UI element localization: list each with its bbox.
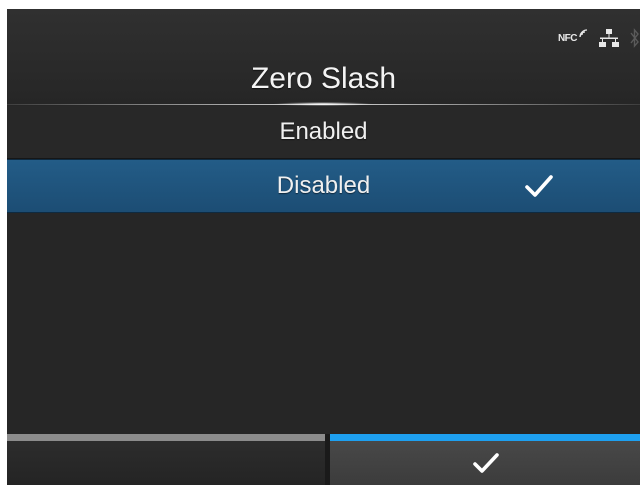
bluetooth-icon <box>630 28 639 48</box>
checkmark-icon <box>525 175 553 197</box>
header: NFC Zero Slash <box>7 9 640 106</box>
printer-screen: NFC Zero Slash Enabled Disabled <box>7 9 640 485</box>
network-icon <box>599 29 619 47</box>
option-label: Enabled <box>279 118 368 145</box>
checkmark-icon <box>473 453 499 473</box>
status-icons: NFC <box>558 23 640 53</box>
option-disabled[interactable]: Disabled <box>7 159 640 213</box>
page-title: Zero Slash <box>250 62 397 95</box>
softkey-left-indicator <box>7 434 325 441</box>
softkey-right-indicator <box>330 434 640 441</box>
confirm-softkey[interactable] <box>330 434 640 485</box>
softkey-bar <box>7 434 640 485</box>
nfc-label: NFC <box>557 32 578 44</box>
option-list: Enabled Disabled <box>7 106 640 213</box>
option-label: Disabled <box>276 172 371 199</box>
nfc-icon: NFC <box>557 28 588 44</box>
option-enabled[interactable]: Enabled <box>7 106 640 159</box>
softkey-left[interactable] <box>7 434 325 485</box>
